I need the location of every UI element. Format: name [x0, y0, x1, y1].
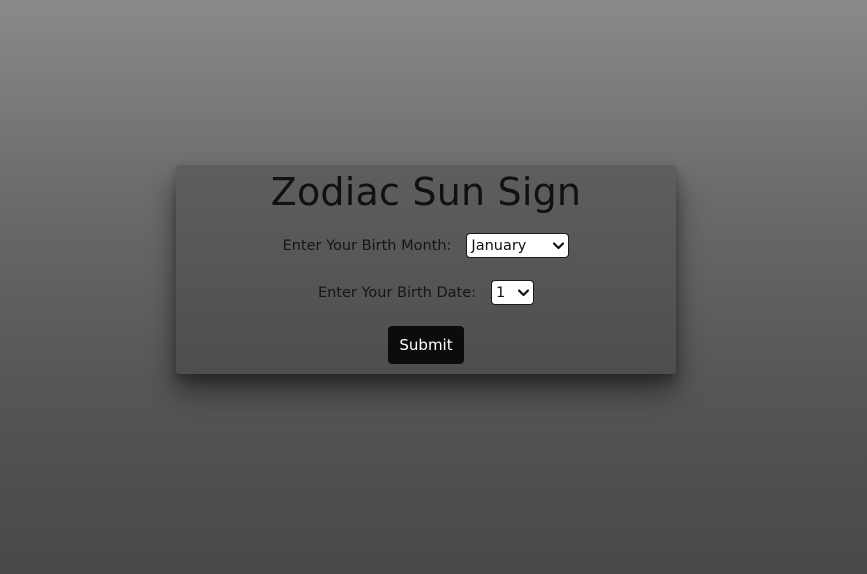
- birth-month-select[interactable]: January: [466, 233, 570, 258]
- page-title: Zodiac Sun Sign: [270, 170, 582, 214]
- chevron-down-icon: [516, 286, 530, 300]
- birth-month-row: Enter Your Birth Month: January: [176, 233, 676, 258]
- birth-date-select[interactable]: 1: [491, 280, 535, 305]
- zodiac-form-card: Zodiac Sun Sign Enter Your Birth Month: …: [176, 165, 676, 374]
- birth-month-label: Enter Your Birth Month:: [282, 237, 452, 254]
- submit-button[interactable]: Submit: [388, 326, 464, 364]
- birth-date-label: Enter Your Birth Date:: [317, 284, 477, 301]
- birth-date-row: Enter Your Birth Date: 1: [176, 280, 676, 305]
- birth-month-value: January: [471, 237, 527, 254]
- chevron-down-icon: [551, 239, 565, 253]
- birth-date-value: 1: [496, 284, 506, 301]
